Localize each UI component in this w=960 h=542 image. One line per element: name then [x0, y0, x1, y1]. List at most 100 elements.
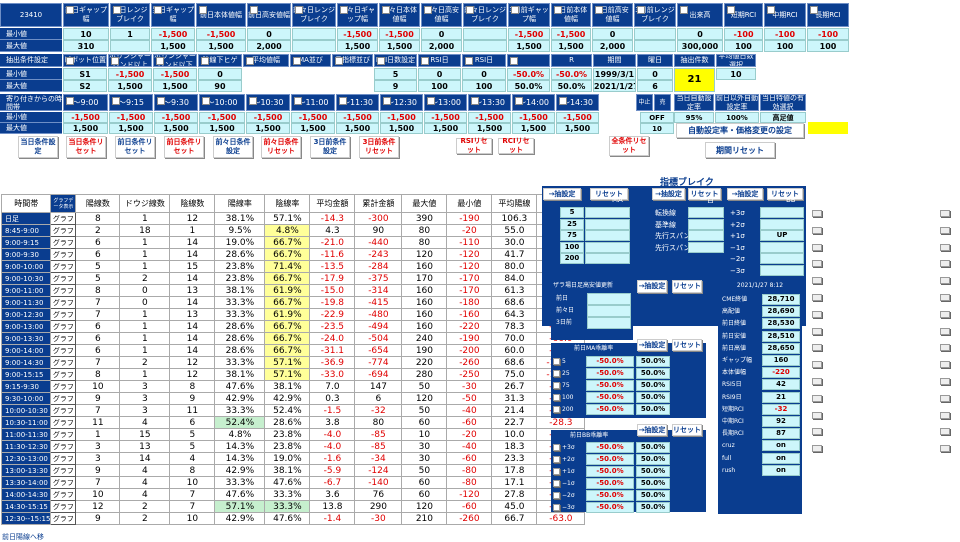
cond-header-5[interactable]: MA並び — [290, 54, 331, 67]
graph-button[interactable]: グラフ — [50, 332, 77, 345]
ma-value-1[interactable]: 25 — [560, 218, 584, 230]
cond-mid2-2[interactable]: 100 — [462, 80, 506, 92]
top-header-8[interactable]: 前々日高安値幅 — [421, 3, 462, 27]
top-header-17[interactable]: 長期RCI — [807, 3, 849, 27]
time-min-0[interactable]: -1,500 — [63, 112, 108, 123]
auto-val-3[interactable]: 高足値 — [760, 112, 806, 123]
time-slot-9[interactable]: ～13:30 — [468, 94, 511, 111]
time-min-6[interactable]: -1,500 — [336, 112, 379, 123]
cond-dow-to[interactable]: 6 — [637, 80, 673, 92]
cond-a-0[interactable]: S1 — [63, 68, 107, 80]
prev-cond-reset-button[interactable]: 前日条件リセット — [164, 136, 204, 158]
cond-header-11[interactable]: R — [551, 54, 592, 67]
bbdiv-check-3[interactable] — [553, 480, 560, 487]
top-min-10[interactable]: -1,500 — [508, 28, 550, 40]
today-cond-set-button[interactable]: 当日条件設定 — [18, 136, 58, 158]
time-max-5[interactable]: 1,500 — [291, 123, 335, 134]
graph-button[interactable]: グラフ — [50, 296, 77, 309]
graph-button[interactable]: グラフ — [50, 512, 77, 525]
prev2-cond-reset-button[interactable]: 前々日条件リセット — [261, 136, 301, 158]
side-button-left-1[interactable] — [812, 226, 822, 234]
bbdiv-max-5[interactable]: 50.0% — [636, 502, 670, 513]
graph-button[interactable]: グラフ — [50, 284, 77, 297]
side-button-right-4[interactable] — [940, 277, 950, 285]
bbdiv-check-4[interactable] — [553, 492, 560, 499]
top-header-3[interactable]: 前日本体値幅 — [196, 3, 246, 27]
bbdiv-min-2[interactable]: -50.0% — [586, 466, 634, 477]
graph-button[interactable]: グラフ — [50, 344, 77, 357]
side-button-right-0[interactable] — [940, 210, 950, 217]
time-max-8[interactable]: 1,500 — [424, 123, 467, 134]
cond-pct1-1[interactable]: -50.0% — [551, 68, 592, 80]
bbdiv-min-5[interactable]: -50.0% — [586, 502, 634, 513]
graph-button[interactable]: グラフ — [50, 224, 77, 237]
top-max-1[interactable] — [110, 40, 150, 52]
cond-pct2-0[interactable]: 50.0% — [507, 80, 550, 92]
cond-mid2-1[interactable]: 100 — [418, 80, 461, 92]
madiv-check-1[interactable] — [553, 370, 560, 377]
madiv-min-3[interactable]: -50.0% — [586, 392, 634, 403]
bbdiv-check-2[interactable] — [553, 468, 560, 475]
madiv-min-0[interactable]: -50.0% — [586, 356, 634, 367]
time-slot-11[interactable]: ～14:30 — [556, 94, 599, 111]
time-max-2[interactable]: 1,500 — [154, 123, 198, 134]
top-min-3[interactable]: -1,500 — [196, 28, 246, 40]
madiv-reset-button[interactable]: リセット — [672, 339, 702, 351]
side-button-left-14[interactable] — [812, 445, 822, 453]
top-max-4[interactable]: 2,000 — [247, 40, 291, 52]
time-max-11[interactable]: 1,500 — [556, 123, 599, 134]
time-slot-7[interactable]: ～12:30 — [380, 94, 423, 111]
ma-input-0[interactable] — [585, 207, 630, 218]
graph-button[interactable]: グラフ — [50, 248, 77, 261]
ma-value-3[interactable]: 100 — [560, 241, 584, 253]
bbdiv-set-button[interactable]: →抽設定 — [637, 424, 667, 436]
side-button-right-3[interactable] — [940, 260, 950, 268]
cond-header-1[interactable]: ボリンジャーバンド以上 — [108, 54, 152, 67]
cond-a-2[interactable]: -1,500 — [153, 68, 197, 80]
top-header-11[interactable]: 3日前本体値幅 — [551, 3, 591, 27]
cond-header-6[interactable]: 日指標並び — [332, 54, 373, 67]
time-max-7[interactable]: 1,500 — [380, 123, 423, 134]
time-slot-8[interactable]: ～13:00 — [424, 94, 467, 111]
bb-set-button[interactable]: →抽設定 — [727, 188, 763, 200]
top-min-7[interactable]: -1,500 — [379, 28, 420, 40]
ma-input-4[interactable] — [585, 253, 630, 264]
bb-input-2[interactable]: UP — [760, 230, 804, 241]
side-button-left-3[interactable] — [812, 260, 822, 268]
day3-cond-set-button[interactable]: 3日前条件設定 — [310, 136, 350, 158]
top-max-9[interactable] — [463, 40, 507, 52]
graph-button[interactable]: グラフ — [50, 236, 77, 249]
top-min-6[interactable]: -1,500 — [337, 28, 378, 40]
madiv-min-4[interactable]: -50.0% — [586, 404, 634, 415]
cond-header-10[interactable] — [507, 54, 550, 67]
top-header-6[interactable]: 前々日ギャップ幅 — [337, 3, 378, 27]
top-min-16[interactable]: -100 — [764, 28, 806, 40]
top-header-0[interactable]: 前日ギャップ幅 — [63, 3, 109, 27]
top-header-10[interactable]: 3日前ギャップ幅 — [508, 3, 550, 27]
cond-date-from[interactable]: 1999/3/1 — [593, 68, 636, 80]
top-header-5[interactable]: 前々日レンジブレイク — [292, 3, 336, 27]
cond-b-0[interactable]: S2 — [63, 80, 107, 92]
top-max-13[interactable] — [634, 40, 676, 52]
graph-button[interactable]: グラフ — [50, 272, 77, 285]
time-slot-5[interactable]: ～11:00 — [291, 94, 335, 111]
top-header-16[interactable]: 中期RCI — [764, 3, 806, 27]
prev-cond-set-button[interactable]: 前日条件リセット — [115, 136, 155, 158]
bbdiv-min-0[interactable]: -50.0% — [586, 442, 634, 453]
graph-button[interactable]: グラフ — [50, 440, 77, 453]
top-max-8[interactable]: 2,000 — [421, 40, 462, 52]
cond-mid1-0[interactable]: 5 — [374, 68, 417, 80]
side-button-left-0[interactable] — [812, 210, 822, 217]
avg-days-input[interactable]: 10 — [716, 68, 756, 80]
high-input-2[interactable] — [587, 317, 631, 329]
side-button-right-12[interactable] — [940, 411, 950, 419]
bbdiv-max-4[interactable]: 50.0% — [636, 490, 670, 501]
time-min-1[interactable]: -1,500 — [109, 112, 153, 123]
cond-date-to[interactable]: 2021/1/27 — [593, 80, 636, 92]
top-min-15[interactable]: -100 — [724, 28, 763, 40]
time-max-4[interactable]: 1,500 — [246, 123, 290, 134]
top-max-2[interactable]: 1,500 — [151, 40, 195, 52]
side-button-right-1[interactable] — [940, 226, 950, 234]
side-button-left-9[interactable] — [812, 361, 822, 369]
time-max-3[interactable]: 1,500 — [199, 123, 245, 134]
